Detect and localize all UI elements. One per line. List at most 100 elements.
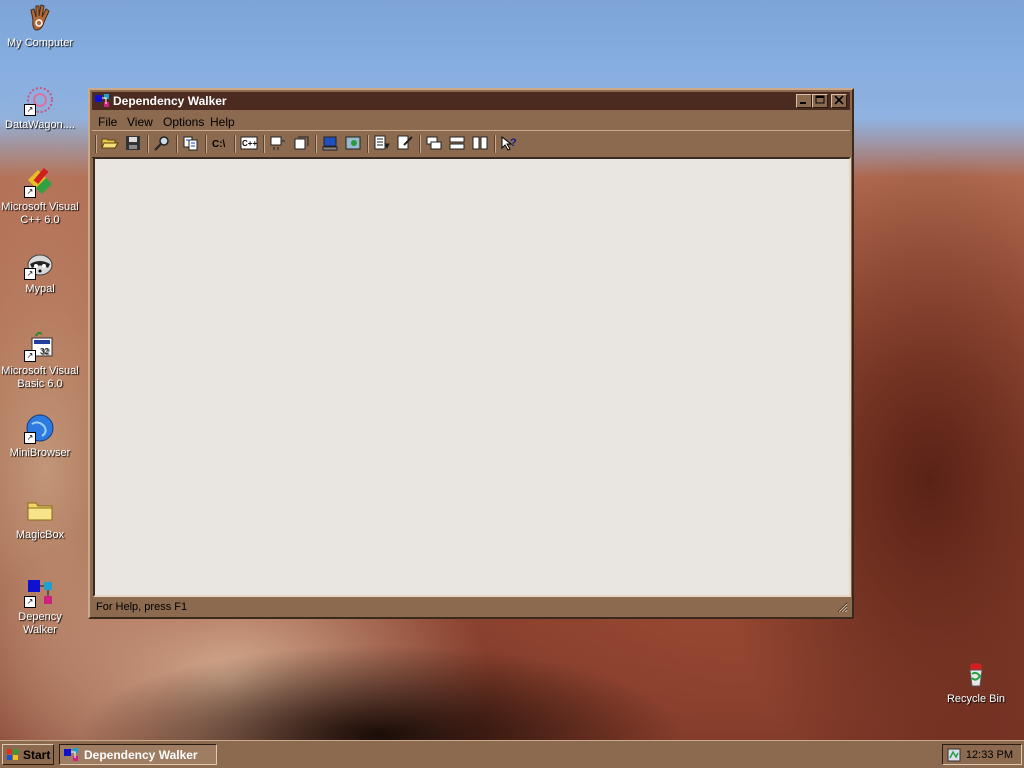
desktop-icon-datawagon[interactable]: ↗ DataWagon....	[0, 84, 80, 132]
desktop-icon-label: Mypal	[25, 283, 55, 295]
status-text: For Help, press F1	[96, 601, 188, 613]
clock[interactable]: 12:33 PM	[966, 749, 1013, 761]
recycle-bin-icon	[960, 658, 992, 690]
visual-basic-icon: 32 ↗	[24, 330, 56, 362]
open-icon	[101, 138, 119, 149]
tray-app-icon[interactable]	[947, 748, 961, 762]
toolbar-separator	[234, 135, 236, 153]
title-bar[interactable]: Dependency Walker	[92, 92, 850, 110]
windows-flag-icon	[6, 748, 20, 761]
status-bar: For Help, press F1	[92, 597, 850, 615]
menu-bar: File View Options Help	[92, 112, 850, 130]
globe-icon: ↗	[24, 412, 56, 444]
menu-file[interactable]: File	[98, 115, 117, 129]
maximize-button[interactable]	[812, 94, 828, 108]
cascade-button[interactable]	[425, 135, 445, 153]
desktop-icon-visual-basic[interactable]: 32 ↗ Microsoft Visual Basic 6.0	[0, 330, 80, 391]
menu-help[interactable]: Help	[210, 115, 235, 129]
tile-vertical-icon	[472, 136, 488, 150]
auto-expand-icon	[270, 136, 285, 150]
raccoon-icon: ↗	[24, 248, 56, 280]
shortcut-arrow-icon: ↗	[24, 104, 36, 116]
save-button[interactable]	[124, 135, 144, 153]
find-button[interactable]	[153, 135, 173, 153]
tile-vertical-button[interactable]	[471, 135, 491, 153]
shortcut-arrow-icon: ↗	[24, 432, 36, 444]
desktop-icon-minibrowser[interactable]: ↗ MiniBrowser	[0, 412, 80, 460]
context-help-icon: ?	[501, 135, 517, 151]
external-viewer-button[interactable]	[396, 135, 416, 153]
desktop-icon-label: MagicBox	[15, 529, 65, 541]
maximize-icon	[815, 95, 825, 104]
dependency-walker-icon: ↗	[24, 576, 56, 608]
svg-text:C:\: C:\	[212, 139, 226, 150]
shortcut-arrow-icon: ↗	[24, 596, 36, 608]
desktop-icon-label: Microsoft Visual Basic 6.0	[1, 365, 79, 390]
toolbar-separator	[95, 135, 97, 153]
taskbar-button-dependency-walker[interactable]: Dependency Walker	[59, 744, 217, 765]
view-module-button[interactable]	[373, 135, 393, 153]
svg-text:?: ?	[510, 137, 517, 149]
toolbar-separator	[147, 135, 149, 153]
system-tray: 12:33 PM	[942, 744, 1022, 765]
collapse-icon	[294, 136, 309, 150]
copy-icon	[183, 136, 198, 151]
desktop-icon-recycle-bin[interactable]: Recycle Bin	[936, 658, 1016, 706]
desktop-icon-label: Depency Walker	[18, 611, 62, 636]
dependency-walker-window[interactable]: Dependency Walker File View Options Help	[88, 88, 854, 619]
toolbar-separator	[315, 135, 317, 153]
system-info-icon	[322, 136, 338, 151]
copy-button[interactable]	[182, 135, 202, 153]
desktop-icon-mypal[interactable]: ↗ Mypal	[0, 248, 80, 296]
minimize-button[interactable]	[796, 94, 812, 108]
visual-studio-icon: ↗	[24, 166, 56, 198]
desktop-icon-label: MiniBrowser	[9, 447, 71, 459]
folder-icon	[24, 494, 56, 526]
toolbar-separator	[176, 135, 178, 153]
client-area[interactable]	[93, 157, 851, 597]
desktop-icon-label: Recycle Bin	[946, 693, 1006, 705]
view-module-icon	[374, 135, 390, 150]
resize-grip-icon[interactable]	[836, 601, 848, 613]
tile-horizontal-button[interactable]	[448, 135, 468, 153]
desktop-icon-my-computer[interactable]: My Computer	[0, 2, 80, 50]
auto-expand-button[interactable]	[269, 135, 289, 153]
menu-options[interactable]: Options	[163, 115, 204, 129]
menu-view[interactable]: View	[127, 115, 153, 129]
start-label: Start	[23, 748, 51, 762]
collapse-button[interactable]	[292, 135, 312, 153]
desktop-icon-visual-cpp[interactable]: ↗ Microsoft Visual C++ 6.0	[0, 166, 80, 227]
undecorate-cpp-icon: C++	[240, 136, 258, 150]
toolbar-separator	[419, 135, 421, 153]
shortcut-arrow-icon: ↗	[24, 268, 36, 280]
taskbar: Start Dependency Walker 12:33 PM	[0, 740, 1024, 768]
svg-text:32: 32	[40, 347, 49, 356]
system-info-button[interactable]	[321, 135, 341, 153]
desktop-icon-label: My Computer	[6, 37, 74, 49]
configure-module-search-button[interactable]	[344, 135, 364, 153]
start-button[interactable]: Start	[2, 744, 54, 765]
window-title: Dependency Walker	[113, 94, 227, 108]
taskbar-button-label: Dependency Walker	[84, 748, 198, 762]
desktop: My Computer ↗ DataWagon.... ↗ Microsoft …	[0, 0, 1024, 740]
close-button[interactable]	[831, 94, 847, 108]
undecorate-cpp-button[interactable]: C++	[240, 135, 260, 153]
cascade-icon	[426, 136, 442, 150]
toolbar-separator	[205, 135, 207, 153]
full-paths-icon: C:\	[212, 139, 226, 150]
configure-module-search-icon	[345, 136, 361, 150]
toolbar: C:\ C++ ?	[92, 130, 850, 158]
shortcut-arrow-icon: ↗	[24, 350, 36, 362]
desktop-icon-label: Microsoft Visual C++ 6.0	[1, 201, 79, 226]
desktop-icon-depency-walker[interactable]: ↗ Depency Walker	[0, 576, 80, 637]
context-help-button[interactable]: ?	[500, 135, 520, 153]
desktop-icon-magicbox[interactable]: MagicBox	[0, 494, 80, 542]
full-paths-button[interactable]: C:\	[211, 135, 231, 153]
external-viewer-icon	[397, 135, 413, 150]
toolbar-separator	[367, 135, 369, 153]
tile-horizontal-icon	[449, 136, 465, 150]
toolbar-separator	[263, 135, 265, 153]
shortcut-arrow-icon: ↗	[24, 186, 36, 198]
save-icon	[126, 136, 140, 150]
open-button[interactable]	[101, 135, 121, 153]
